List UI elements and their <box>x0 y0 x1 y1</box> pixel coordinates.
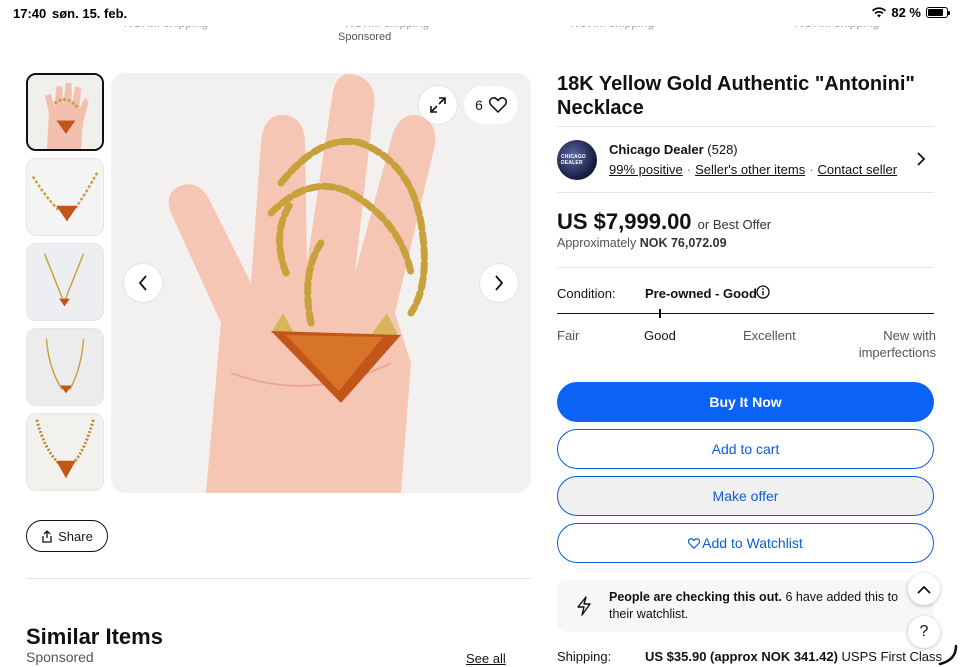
shipping-service: USPS First Class <box>841 649 942 664</box>
shipping-cost: US $35.90 (approx NOK 341.42) <box>645 649 838 664</box>
status-icons: 82 % <box>872 5 950 20</box>
scale-excellent: Excellent <box>743 328 796 343</box>
thumbnail-list <box>26 73 104 498</box>
clock: 17:40 <box>13 6 47 21</box>
next-image-button[interactable] <box>480 264 518 302</box>
seller-links: 99% positive · Seller's other items · Co… <box>609 162 897 177</box>
condition-scale-track <box>557 313 934 314</box>
product-photo <box>111 73 531 493</box>
seller-name-text: Chicago Dealer <box>609 142 704 157</box>
photo-count: 6 <box>475 97 483 113</box>
info-icon[interactable] <box>756 285 770 299</box>
divider <box>557 126 934 127</box>
heart-icon <box>688 537 701 549</box>
separator: · <box>809 162 814 177</box>
add-to-cart-label: Add to cart <box>711 441 780 457</box>
expand-icon <box>430 97 446 113</box>
heart-icon <box>488 97 507 113</box>
scroll-to-top-button[interactable] <box>908 573 940 605</box>
battery-icon <box>926 7 950 18</box>
contact-seller-link[interactable]: Contact seller <box>818 162 897 177</box>
notice-text: People are checking this out. 6 have add… <box>609 589 919 623</box>
status-bar: 17:40 søn. 15. feb. 82 % <box>0 0 960 26</box>
wifi-icon <box>872 7 887 18</box>
scale-new-imperfections: New with imperfections <box>858 328 936 360</box>
question-icon: ? <box>919 623 929 640</box>
thumbnail-1[interactable] <box>26 73 104 151</box>
avatar-text: CHICAGO DEALER <box>561 154 587 166</box>
make-offer-button[interactable]: Make offer <box>557 476 934 516</box>
main-product-image[interactable]: 6 <box>111 73 531 493</box>
price-value: US $7,999.00 <box>557 209 692 234</box>
divider <box>557 267 934 268</box>
watchers-notice: People are checking this out. 6 have add… <box>557 580 934 632</box>
chevron-right-icon <box>495 275 504 291</box>
separator: · <box>686 162 692 177</box>
thumbnail-3[interactable] <box>26 243 104 321</box>
shipping-label: Shipping: <box>557 649 612 664</box>
seller-chevron-icon[interactable] <box>915 152 927 166</box>
seller-avatar[interactable]: CHICAGO DEALER <box>557 140 597 180</box>
thumbnail-4[interactable] <box>26 328 104 406</box>
similar-items-title: Similar Items <box>26 624 163 649</box>
buy-it-now-button[interactable]: Buy It Now <box>557 382 934 422</box>
approx-price: Approximately NOK 76,072.09 <box>557 236 727 250</box>
price: US $7,999.00 or Best Offer <box>557 209 771 235</box>
condition-scale-marker <box>659 309 661 318</box>
seller-other-items-link[interactable]: Seller's other items <box>695 162 805 177</box>
divider <box>26 578 531 579</box>
thumbnail-2[interactable] <box>26 158 104 236</box>
seller-name[interactable]: Chicago Dealer (528) <box>609 142 738 157</box>
notice-bold: People are checking this out. <box>609 590 782 604</box>
approx-value: NOK 76,072.09 <box>639 236 727 250</box>
add-to-cart-button[interactable]: Add to cart <box>557 429 934 469</box>
loading-spinner-icon <box>938 644 958 666</box>
battery-percent: 82 % <box>891 5 921 20</box>
previous-image-button[interactable] <box>124 264 162 302</box>
chevron-up-icon <box>917 585 931 594</box>
scale-fair: Fair <box>557 328 580 343</box>
condition-value: Pre-owned - Good <box>645 286 757 301</box>
make-offer-label: Make offer <box>712 488 779 504</box>
scale-good: Good <box>644 328 676 343</box>
share-label: Share <box>58 528 93 544</box>
seller-feedback-count: (528) <box>707 142 738 157</box>
shipping-value: US $35.90 (approx NOK 341.42) USPS First… <box>645 649 942 664</box>
sponsored-label: Sponsored <box>338 31 392 43</box>
condition-label: Condition: <box>557 286 616 301</box>
share-button[interactable]: Share <box>26 520 108 552</box>
fullscreen-button[interactable] <box>419 86 457 124</box>
listing-title: 18K Yellow Gold Authentic "Antonini" Nec… <box>557 73 915 119</box>
see-all-link[interactable]: See all <box>466 651 506 666</box>
add-to-watchlist-button[interactable]: Add to Watchlist <box>557 523 934 563</box>
add-to-watchlist-label: Add to Watchlist <box>702 535 803 551</box>
buy-it-now-label: Buy It Now <box>709 394 782 410</box>
similar-sponsored-label: Sponsored <box>26 649 94 665</box>
chevron-left-icon <box>138 275 147 291</box>
best-offer-text: or Best Offer <box>697 217 772 232</box>
image-watch-button[interactable]: 6 <box>464 86 518 124</box>
share-icon <box>42 529 52 543</box>
divider <box>557 192 934 193</box>
seller-positive-link[interactable]: 99% positive <box>609 162 683 177</box>
thumbnail-5[interactable] <box>26 413 104 491</box>
approx-label: Approximately <box>557 236 637 250</box>
date: søn. 15. feb. <box>52 6 128 21</box>
lightning-icon <box>577 596 591 616</box>
